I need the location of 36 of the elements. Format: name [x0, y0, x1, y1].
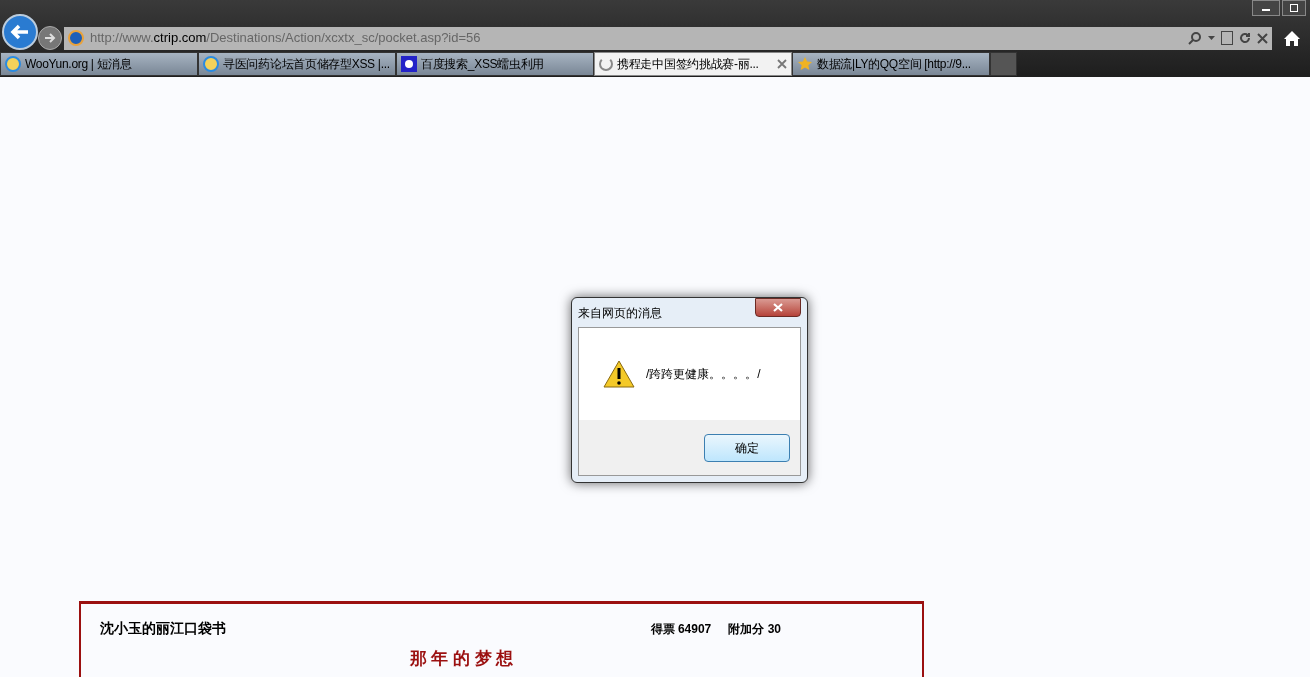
close-icon[interactable] [777, 59, 787, 69]
browser-tab[interactable]: WooYun.org | 短消息 [0, 52, 198, 76]
tab-title: 百度搜索_XSS蠕虫利用 [421, 56, 546, 73]
left-arrow-icon [10, 24, 30, 40]
close-button[interactable] [755, 298, 801, 317]
refresh-icon[interactable] [1239, 32, 1251, 44]
browser-tab[interactable]: 百度搜索_XSS蠕虫利用 [396, 52, 594, 76]
minimize-button[interactable] [1252, 0, 1280, 16]
close-icon [773, 303, 783, 312]
close-icon[interactable] [1257, 32, 1268, 44]
browser-tab[interactable]: 寻医问药论坛首页储存型XSS |... [198, 52, 396, 76]
bonus-text: 附加分 30 [728, 620, 781, 638]
tab-title: 寻医问药论坛首页储存型XSS |... [223, 56, 391, 73]
dialog-message: /跨跨更健康。。。。/ [646, 366, 761, 383]
browser-tab[interactable]: 携程走中国签约挑战赛-丽... [594, 52, 792, 76]
warning-icon [603, 360, 635, 388]
card-title: 沈小玉的丽江口袋书 [100, 619, 226, 638]
votes-text: 得票 64907 [650, 620, 712, 638]
site-icon [68, 30, 84, 46]
tab-title: 数据流|LY的QQ空间 [http://9... [817, 56, 972, 73]
ok-button[interactable]: 确定 [704, 433, 790, 462]
card-heading: 那 年 的 梦 想 [409, 649, 514, 669]
browser-tab[interactable]: 数据流|LY的QQ空间 [http://9... [792, 52, 990, 76]
home-icon[interactable] [1284, 30, 1300, 46]
right-arrow-icon [44, 33, 56, 43]
restore-button[interactable] [1282, 0, 1306, 16]
url-text: http://www.ctrip.com/Destinations/Action/xcxtx_sc/pocket.asp?id=56 [90, 29, 481, 48]
search-icon[interactable] [1188, 31, 1202, 45]
back-button[interactable] [2, 14, 38, 50]
star-icon [797, 56, 813, 72]
tab-title: 携程走中国签约挑战赛-丽... [617, 56, 760, 73]
tab-title: WooYun.org | 短消息 [25, 56, 133, 73]
forward-button[interactable] [38, 26, 62, 50]
address-bar[interactable]: http://www.ctrip.com/Destinations/Action/xcxtx_sc/pocket.asp?id=56 [64, 26, 1272, 50]
caret-icon[interactable] [1208, 36, 1215, 40]
dialog-title: 来自网页的消息 [578, 304, 662, 322]
